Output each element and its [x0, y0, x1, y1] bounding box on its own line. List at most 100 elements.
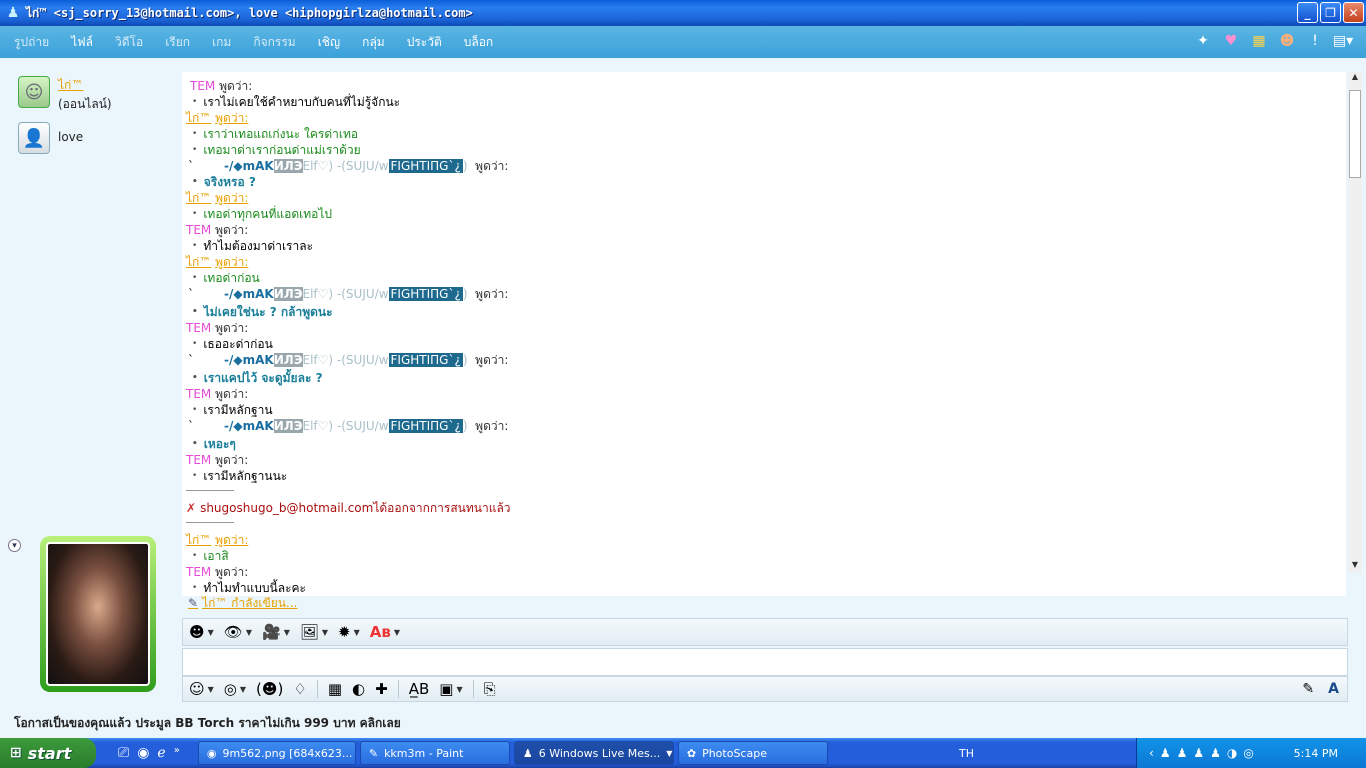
input-mode-controls: ✎ A — [1302, 681, 1339, 697]
video-icon: 🎥 — [262, 623, 281, 641]
color-button[interactable]: ▦ — [328, 680, 342, 698]
video-button[interactable]: 🎥 ▼ — [262, 623, 290, 641]
contact-item[interactable]: 👤 love — [18, 122, 83, 154]
message: ไม่เคยใช่นะ ? กล้าพูดนะ — [182, 304, 333, 320]
quick-launch-more-icon[interactable]: » — [174, 745, 180, 761]
emoticon-icon[interactable]: ☻ — [1278, 32, 1296, 50]
sound-icon: ◐ — [352, 680, 366, 698]
menu-activities[interactable]: กิจกรรม — [253, 33, 295, 52]
messenger-icon: ♟ — [522, 746, 533, 760]
background-button[interactable]: 🖼 ▼ — [300, 623, 328, 641]
paint-icon: ✎ — [368, 746, 379, 760]
menu-files[interactable]: ไฟล์ — [71, 33, 93, 52]
contact-name[interactable]: love — [58, 130, 83, 144]
contact-avatar: 👤 — [18, 122, 50, 154]
spell-button[interactable]: A̲B — [409, 680, 430, 698]
wand-icon[interactable]: ✦ — [1194, 32, 1212, 50]
my-display-picture[interactable] — [40, 536, 156, 692]
ie-icon[interactable]: ℯ — [157, 745, 165, 761]
desktop-icon[interactable]: ⎚ — [118, 745, 129, 761]
message: เทอมาด่าเราก่อนด่าแม่เราด้วย — [182, 142, 360, 158]
message: เทอด่าทุกคนที่แอดเทอไป — [182, 206, 332, 222]
sound-button[interactable]: ◐ — [352, 680, 365, 698]
smiley-icon: ☺ — [189, 680, 205, 698]
start-button[interactable]: ⊞ start — [0, 738, 96, 768]
chrome-icon[interactable]: ◉ — [137, 745, 149, 761]
chevron-down-icon: ▼ — [239, 684, 247, 694]
messenger-tray-icon[interactable]: ♟ — [1210, 746, 1221, 760]
menu-icon-group: ✦ ♥ ▦ ☻ ! ▤▾ — [1194, 32, 1353, 50]
menu-invite[interactable]: เชิญ — [318, 33, 340, 52]
tray-expand-icon[interactable]: ‹ — [1149, 746, 1154, 760]
options-menu-icon[interactable]: ▤▾ — [1333, 32, 1353, 50]
conversation-scrollbar[interactable]: ▲ ▼ — [1348, 72, 1362, 572]
voice-clip-button[interactable]: ◎ ▼ — [224, 680, 246, 698]
menu-blog[interactable]: บล็อก — [464, 33, 493, 52]
display-photo — [46, 542, 150, 686]
task-messenger[interactable]: ♟ 6 Windows Live Mes... ▼ — [513, 741, 674, 765]
font-style-icon[interactable]: A — [1328, 681, 1339, 697]
font-icon: Aʙ — [369, 623, 391, 641]
task-chrome[interactable]: ◉ 9m562.png [684x623... — [197, 741, 356, 765]
emoticon-button[interactable]: ☻ ▼ — [189, 623, 214, 641]
nudge-button[interactable]: ✹ ▼ — [338, 623, 360, 641]
menu-photos[interactable]: รูปถ่าย — [14, 33, 49, 52]
restore-button[interactable]: ❐ — [1320, 2, 1341, 23]
heart-icon[interactable]: ♥ — [1222, 32, 1240, 50]
nudge-icon[interactable]: ▦ — [1250, 32, 1268, 50]
taskbar: ⊞ start ⎚ ◉ ℯ » ◉ 9m562.png [684x623... ✎ k… — [0, 738, 1366, 768]
system-tray: TH ‹ ♟ ♟ ♟ ♟ ◑ ◎ 5:14 PM — [959, 738, 1366, 768]
menu-video[interactable]: วิดีโอ — [115, 33, 143, 52]
antivirus-icon[interactable]: ◑ — [1227, 746, 1237, 760]
task-photoscape[interactable]: ✿ PhotoScape — [677, 741, 828, 765]
quick-launch: ⎚ ◉ ℯ » — [118, 745, 180, 761]
message-input[interactable] — [182, 648, 1348, 676]
conversation-window: ☺ ไก่™ (ออนไลน์) 👤 love ▾ TEM พูดว่า: เร… — [0, 58, 1366, 708]
wink-button[interactable]: 👁 ▼ — [224, 623, 252, 641]
messenger-tray-icon[interactable]: ♟ — [1177, 746, 1188, 760]
animated-button[interactable]: (☻) — [256, 680, 283, 698]
message: เราแคปไว้ จะดูมั้ยละ ? — [182, 370, 323, 386]
contact-status: (ออนไลน์) — [58, 97, 112, 111]
font-button[interactable]: Aʙ ▼ — [370, 623, 400, 641]
network-icon[interactable]: ◎ — [1243, 746, 1253, 760]
emoticon-icon: ☻ — [189, 623, 205, 641]
smiley-button[interactable]: ☺ ▼ — [189, 680, 214, 698]
chrome-icon: ◉ — [206, 746, 217, 760]
speaker-line: ` -/◆ mAK ИЛЭ Elf♡) -(SUJU/w FIGHTIПG`¿ )… — [188, 286, 509, 301]
clock[interactable]: 5:14 PM — [1294, 747, 1338, 760]
voice-clip-icon: ◎ — [223, 680, 237, 698]
handwriting-icon[interactable]: ✎ — [1302, 681, 1314, 697]
collapse-icon[interactable]: ▾ — [8, 539, 21, 552]
nudge-icon: ♢ — [293, 680, 307, 698]
task-paint[interactable]: ✎ kkm3m - Paint — [359, 741, 510, 765]
contact-name[interactable]: ไก่™ — [58, 76, 112, 95]
conversation-history: TEM พูดว่า: เราไม่เคยใช้คำหยาบกับคนที่ไม… — [182, 72, 1346, 596]
send-file-button[interactable]: ⎘ — [484, 680, 496, 698]
menu-games[interactable]: เกม — [212, 33, 231, 52]
messenger-tray-icon[interactable]: ♟ — [1193, 746, 1204, 760]
menu-history[interactable]: ประวัติ — [407, 33, 442, 52]
minimize-button[interactable]: _ — [1297, 2, 1318, 23]
scroll-down-icon[interactable]: ▼ — [1348, 560, 1362, 572]
scroll-up-icon[interactable]: ▲ — [1348, 72, 1362, 84]
games-button[interactable]: ✚ — [375, 680, 388, 698]
spell-icon: A̲B — [408, 680, 430, 698]
window-controls: _ ❐ ✕ — [1297, 2, 1364, 23]
title-bar: ♟ ไก่™ <sj_sorry_13@hotmail.com>, love <… — [0, 0, 1366, 26]
window-title: ไก่™ <sj_sorry_13@hotmail.com>, love <hi… — [26, 5, 473, 20]
menu-groups[interactable]: กลุ่ม — [362, 33, 385, 52]
messenger-tray-icon[interactable]: ♟ — [1160, 746, 1171, 760]
close-button[interactable]: ✕ — [1343, 2, 1364, 23]
activities-button[interactable]: ▣ ▼ — [439, 680, 462, 698]
chevron-down-icon: ▼ — [353, 627, 360, 637]
language-indicator[interactable]: TH — [959, 747, 974, 760]
ad-banner[interactable]: โอกาสเป็นของคุณแล้ว ประมูล BB Torch ราคา… — [0, 708, 1366, 738]
nudge-button-2[interactable]: ♢ — [293, 680, 306, 698]
scroll-thumb[interactable] — [1349, 90, 1361, 178]
photoscape-icon: ✿ — [686, 746, 697, 760]
divider — [316, 680, 318, 698]
menu-call[interactable]: เรียก — [165, 33, 190, 52]
contact-item[interactable]: ☺ ไก่™ (ออนไลน์) — [18, 76, 112, 114]
alert-icon[interactable]: ! — [1306, 32, 1324, 50]
